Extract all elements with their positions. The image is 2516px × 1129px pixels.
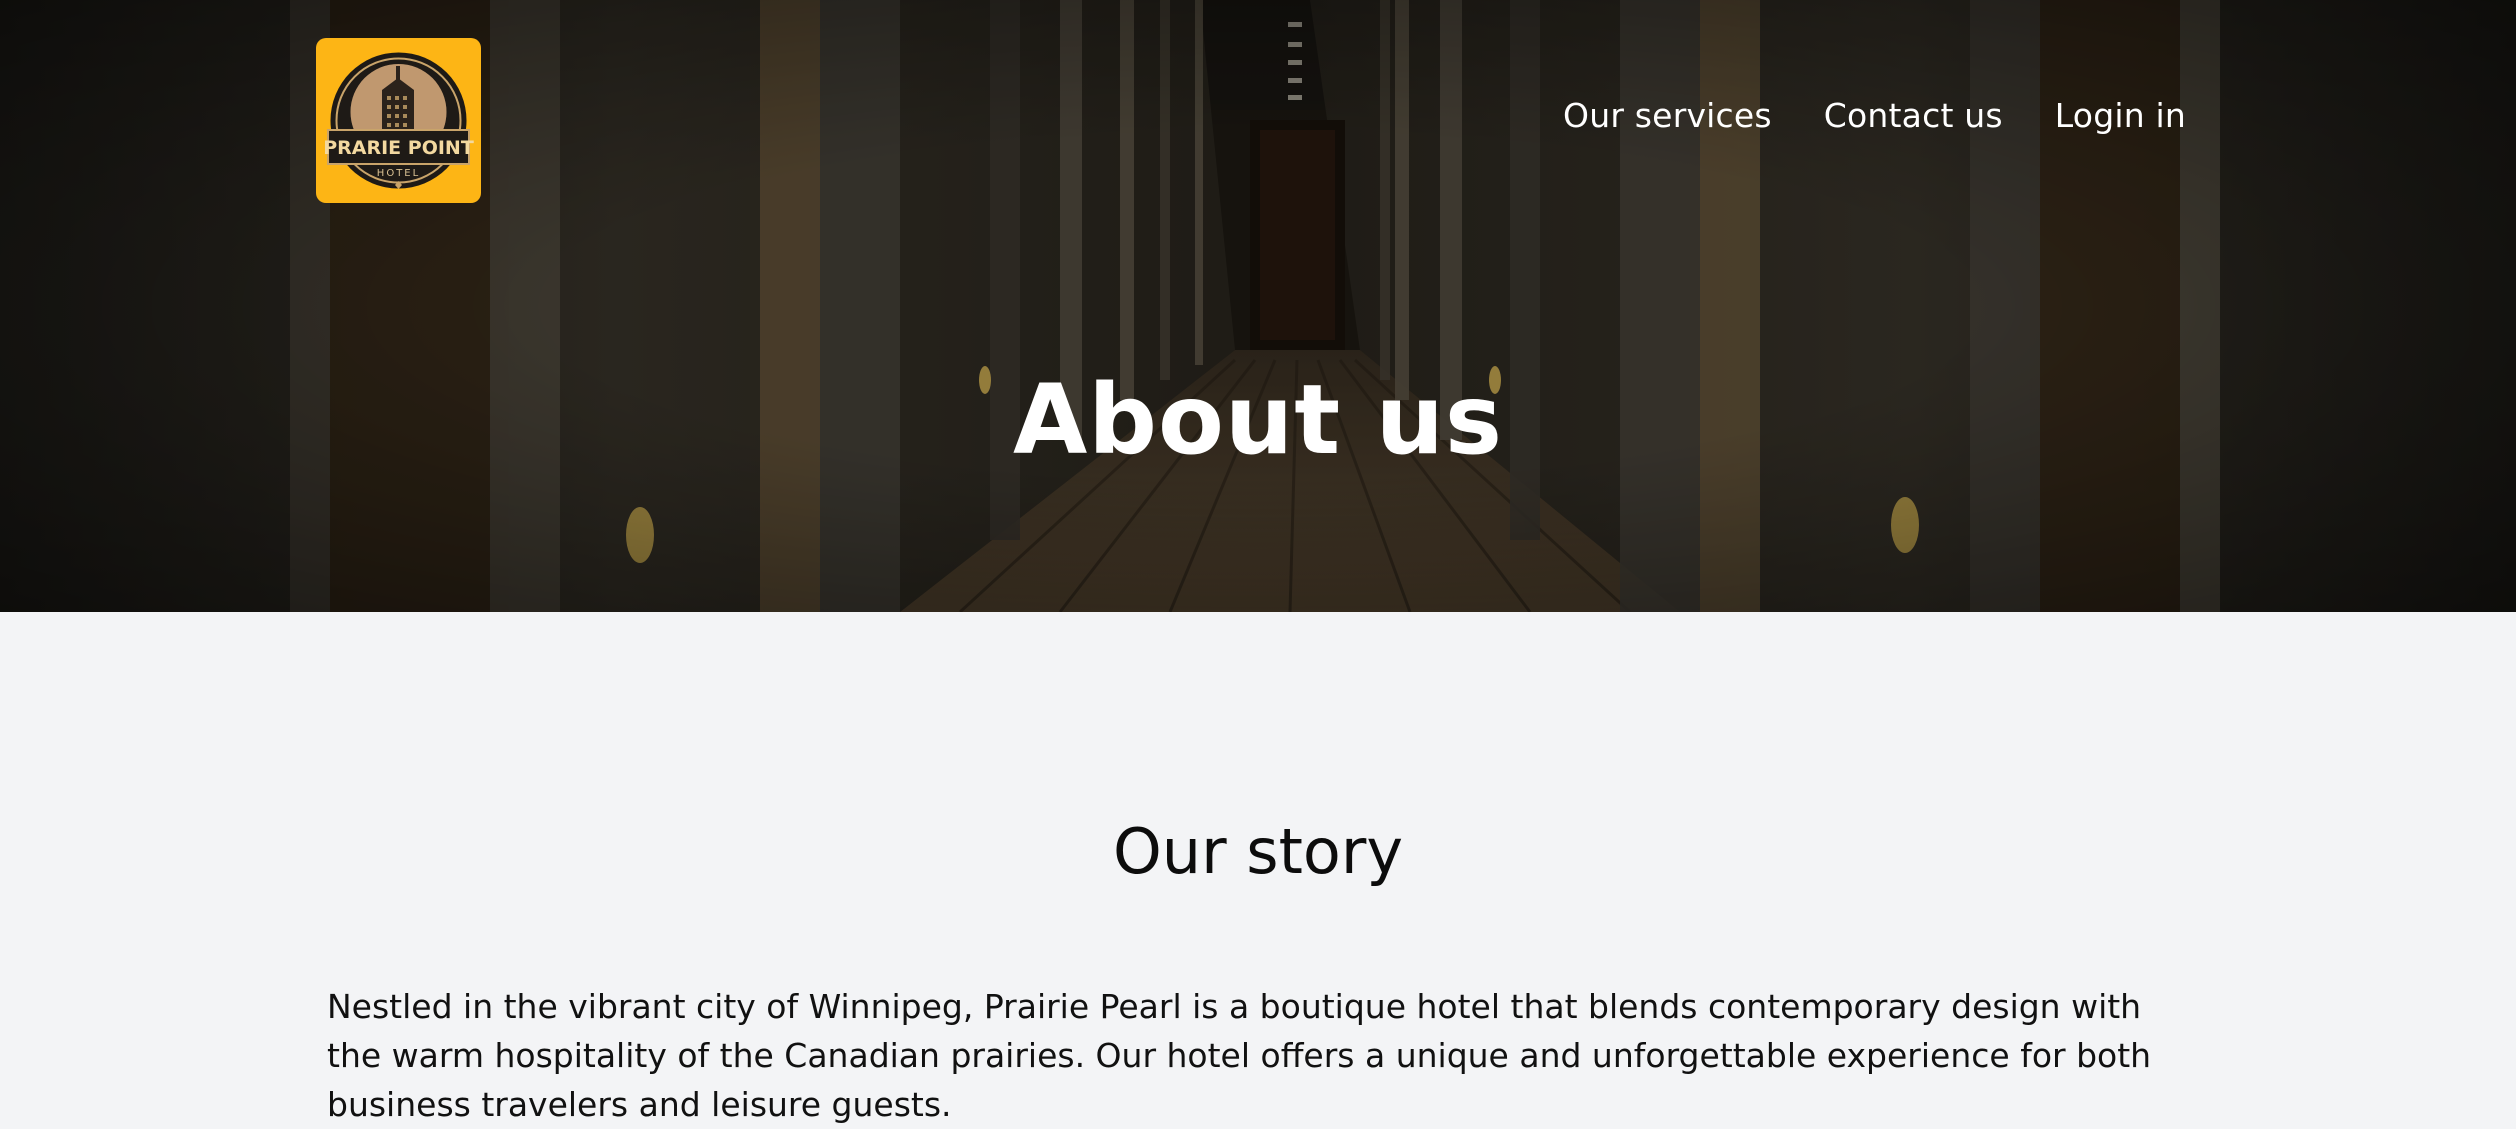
- story-paragraph: Nestled in the vibrant city of Winnipeg,…: [327, 987, 2152, 1124]
- logo-emblem-icon: PRARIE POINT HOTEL: [323, 52, 474, 189]
- story-heading: Our story: [1112, 815, 1404, 888]
- hero-banner: PRARIE POINT HOTEL Our services Contact …: [0, 0, 2516, 612]
- nav-contact-us[interactable]: Contact us: [1824, 96, 2003, 135]
- story-section: Our story Nestled in the vibrant city of…: [0, 612, 2516, 1127]
- svg-text:HOTEL: HOTEL: [377, 168, 420, 179]
- hotel-logo[interactable]: PRARIE POINT HOTEL: [316, 38, 481, 203]
- nav-login[interactable]: Login in: [2055, 96, 2186, 135]
- page-title: About us: [1012, 364, 1504, 476]
- svg-text:PRARIE POINT: PRARIE POINT: [323, 137, 474, 159]
- main-nav: Our services Contact us Login in: [1563, 96, 2186, 135]
- nav-our-services[interactable]: Our services: [1563, 96, 1772, 135]
